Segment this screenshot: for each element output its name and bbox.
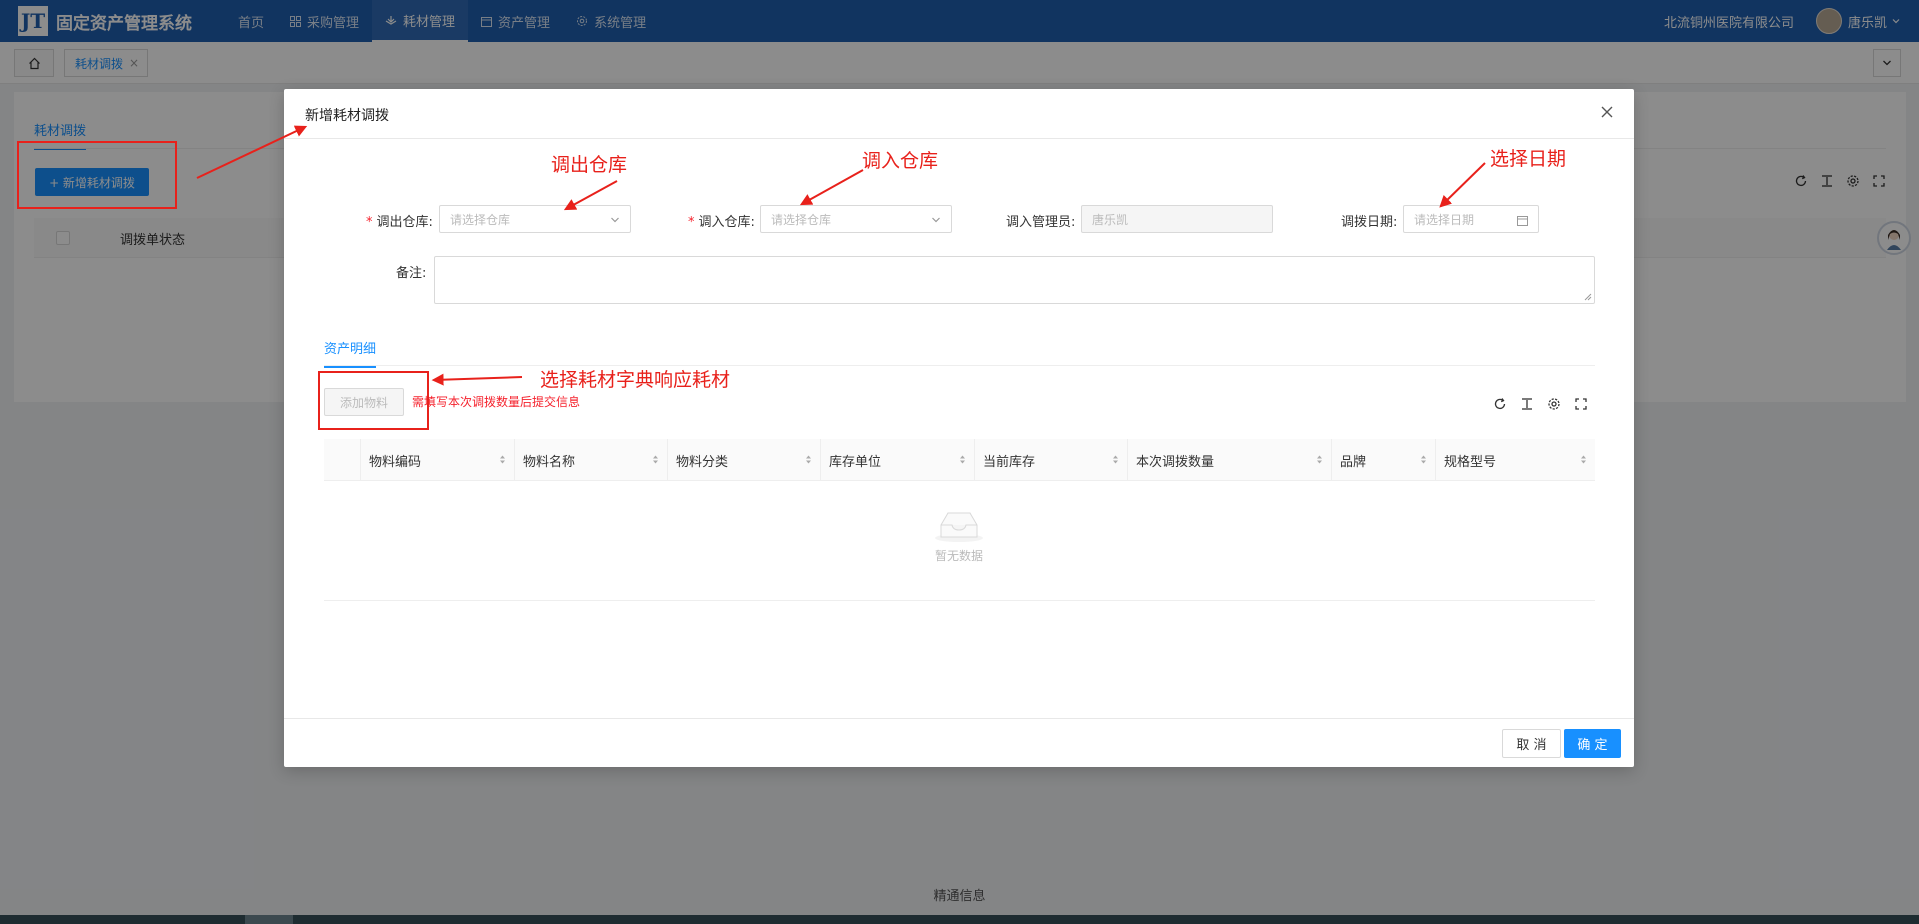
arrow-to-in-warehouse <box>799 169 864 206</box>
annotation-arrows <box>196 125 1486 386</box>
arrow-to-dialog-title <box>196 125 308 179</box>
arrow-to-date <box>1439 162 1486 208</box>
arrow-to-out-warehouse <box>563 180 618 211</box>
arrow-to-add-material <box>431 373 523 386</box>
